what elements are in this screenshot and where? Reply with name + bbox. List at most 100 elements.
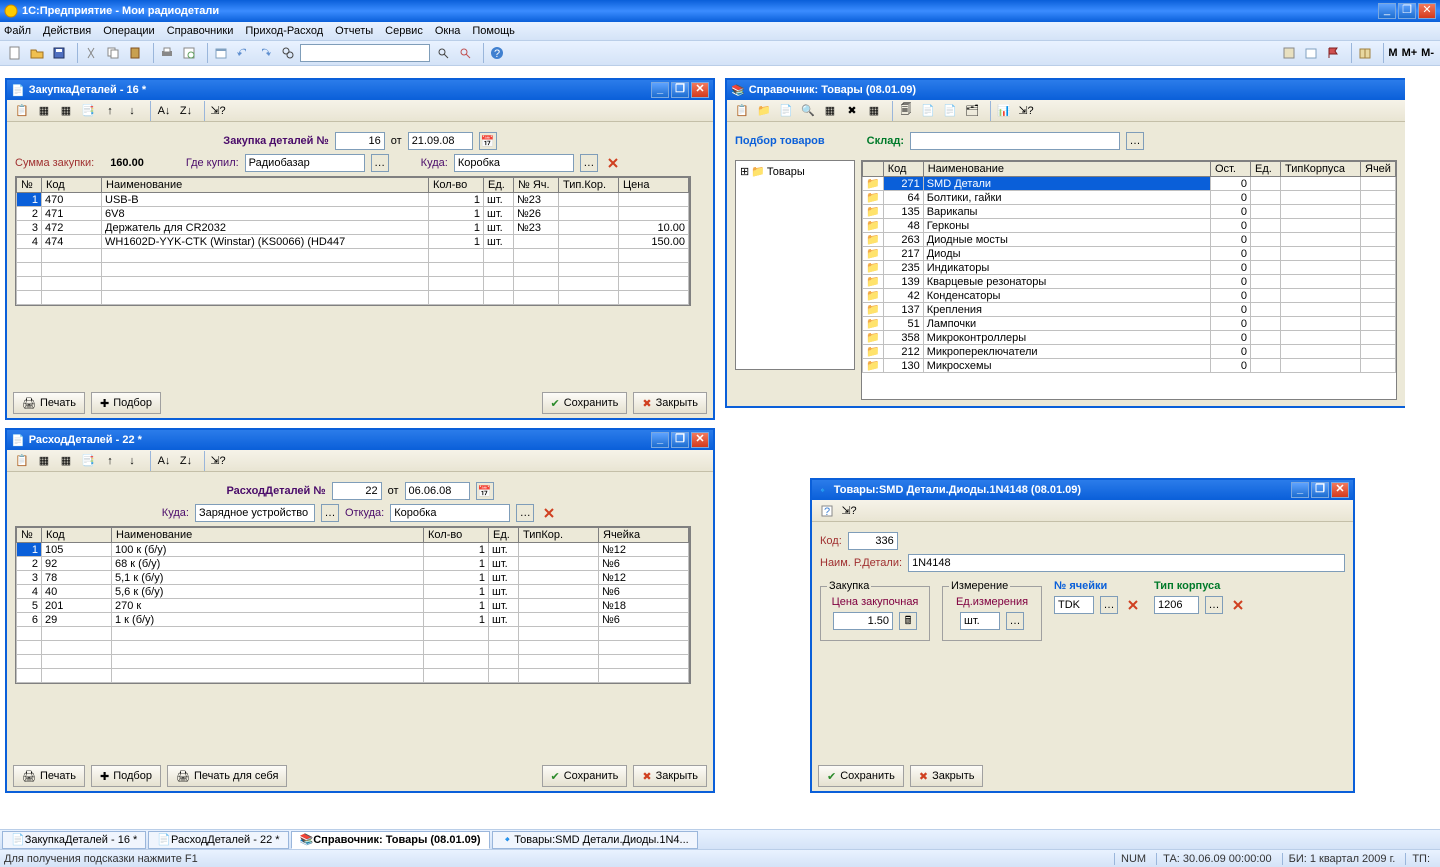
cut-icon[interactable] (81, 43, 101, 63)
tb-grid2-icon[interactable]: ▦ (56, 101, 76, 121)
copy-icon[interactable] (103, 43, 123, 63)
item-name-input[interactable] (908, 554, 1345, 572)
purchase-to-input[interactable] (454, 154, 574, 172)
restore-btn[interactable]: ❐ (1398, 3, 1416, 19)
table-row[interactable]: 📁48Герконы0 (863, 219, 1396, 233)
etb-refresh-icon[interactable]: 📋 (12, 451, 32, 471)
table-row[interactable]: 5201270 к1шт.№18 (17, 599, 689, 613)
rtb-9[interactable]: 📄 (918, 101, 938, 121)
m-btn[interactable]: M (1387, 43, 1398, 63)
m-minus-btn[interactable]: M- (1420, 43, 1435, 63)
table-row[interactable] (17, 277, 689, 291)
cell-picker-icon[interactable]: … (1100, 596, 1118, 614)
table-row[interactable]: 24716V81шт.№26 (17, 207, 689, 221)
to-picker-icon[interactable]: … (580, 154, 598, 172)
find-next-icon[interactable] (433, 43, 453, 63)
rtb-11[interactable]: 🗂 (962, 101, 982, 121)
table-row[interactable]: 📁217Диоды0 (863, 247, 1396, 261)
ref-stock-input[interactable] (910, 132, 1120, 150)
paste-icon[interactable] (125, 43, 145, 63)
expense-print-btn[interactable]: 🖨 Печать (13, 765, 85, 787)
ref-tree[interactable]: ⊞📁Товары (735, 160, 855, 370)
table-row[interactable] (17, 263, 689, 277)
rtb-folder-icon[interactable]: 📁 (754, 101, 774, 121)
body-clear-icon[interactable] (1229, 596, 1247, 614)
etb-copy-icon[interactable]: 📑 (78, 451, 98, 471)
rtb-4[interactable]: 🔍 (798, 101, 818, 121)
table-row[interactable]: 29268 к (б/у)1шт.№6 (17, 557, 689, 571)
expense-from-picker-icon[interactable]: … (516, 504, 534, 522)
menu-service[interactable]: Сервис (385, 25, 423, 37)
table-row[interactable] (17, 249, 689, 263)
help-icon[interactable]: ? (487, 43, 507, 63)
table-row[interactable]: 1470USB-B1шт.№23 (17, 193, 689, 207)
expense-grid[interactable]: № Код Наименование Кол-во Ед. ТипКор. Яч… (16, 527, 689, 683)
table-row[interactable]: 📁358Микроконтроллеры0 (863, 331, 1396, 345)
to-clear-icon[interactable] (604, 154, 622, 172)
wintab-reference[interactable]: 📚 Справочник: Товары (08.01.09) (291, 831, 490, 849)
rtb-8[interactable]: 🗐 (896, 101, 916, 121)
rtb-6[interactable]: ✖ (842, 101, 862, 121)
purchase-save-btn[interactable]: ✔ Сохранить (542, 392, 628, 414)
table-row[interactable]: 3785,1 к (б/у)1шт.№12 (17, 571, 689, 585)
print-icon[interactable] (157, 43, 177, 63)
expense-min-btn[interactable]: _ (651, 432, 669, 448)
expense-max-btn[interactable]: ❐ (671, 432, 689, 448)
expand-icon[interactable]: ⊞ (740, 165, 749, 178)
tb-up-icon[interactable]: ↑ (100, 101, 120, 121)
table-row[interactable]: 📁137Крепления0 (863, 303, 1396, 317)
purchase-date-input[interactable] (408, 132, 473, 150)
purchase-print-btn[interactable]: 🖨 Печать (13, 392, 85, 414)
purchase-grid[interactable]: № Код Наименование Кол-во Ед. № Яч. Тип.… (16, 177, 689, 305)
etb-sort1-icon[interactable]: A↓ (154, 451, 174, 471)
item-min-btn[interactable]: _ (1291, 482, 1309, 498)
expense-from-input[interactable] (390, 504, 510, 522)
table-row[interactable]: 📁130Микросхемы0 (863, 359, 1396, 373)
ref-stock-picker-icon[interactable]: … (1126, 132, 1144, 150)
m-plus-btn[interactable]: M+ (1401, 43, 1419, 63)
measure-picker-icon[interactable]: … (1006, 612, 1024, 630)
expense-num-input[interactable] (332, 482, 382, 500)
etb-grid2-icon[interactable]: ▦ (56, 451, 76, 471)
flag-icon[interactable] (1323, 43, 1343, 63)
undo-icon[interactable] (233, 43, 253, 63)
table-row[interactable] (17, 627, 689, 641)
expense-scrollbar[interactable] (690, 526, 705, 684)
expense-close-btn[interactable]: ✕ (691, 432, 709, 448)
expense-close-btn-bottom[interactable]: ✖ Закрыть (633, 765, 707, 787)
tb-down-icon[interactable]: ↓ (122, 101, 142, 121)
table-row[interactable]: 4474WH1602D-YYK-CTK (Winstar) (KS0066) (… (17, 235, 689, 249)
rtb-5[interactable]: ▦ (820, 101, 840, 121)
expense-print2-btn[interactable]: 🖨 Печать для себя (167, 765, 287, 787)
table-row[interactable]: 3472Держатель для CR20321шт.№2310.00 (17, 221, 689, 235)
purchase-scrollbar[interactable] (690, 176, 705, 306)
expense-from-clear-icon[interactable] (540, 504, 558, 522)
menu-help[interactable]: Помощь (472, 25, 515, 37)
rtb-help-icon[interactable]: ⇲? (1016, 101, 1036, 121)
purchase-close-btn[interactable]: ✕ (691, 82, 709, 98)
expense-pick-btn[interactable]: ✚ Подбор (91, 765, 161, 787)
expense-to-picker-icon[interactable]: … (321, 504, 339, 522)
menu-operations[interactable]: Операции (103, 25, 154, 37)
table-row[interactable]: 📁235Индикаторы0 (863, 261, 1396, 275)
find-prev-icon[interactable] (455, 43, 475, 63)
redo-icon[interactable] (255, 43, 275, 63)
cell-clear-icon[interactable] (1124, 596, 1142, 614)
wintab-expense[interactable]: 📄 РасходДеталей - 22 * (148, 831, 288, 849)
table-row[interactable]: 4405,6 к (б/у)1шт.№6 (17, 585, 689, 599)
table-row[interactable]: 📁139Кварцевые резонаторы0 (863, 275, 1396, 289)
tb-copy-icon[interactable]: 📑 (78, 101, 98, 121)
menu-reports[interactable]: Отчеты (335, 25, 373, 37)
etb-help-icon[interactable]: ⇲? (208, 451, 228, 471)
table-row[interactable] (17, 291, 689, 305)
book-icon[interactable] (1355, 43, 1375, 63)
rtb-3[interactable]: 📄 (776, 101, 796, 121)
table-row[interactable]: 📁263Диодные мосты0 (863, 233, 1396, 247)
tb-refresh-icon[interactable]: 📋 (12, 101, 32, 121)
calendar-picker-icon[interactable]: 📅 (479, 132, 497, 150)
purchase-where-input[interactable] (245, 154, 365, 172)
purchase-close-btn-bottom[interactable]: ✖ Закрыть (633, 392, 707, 414)
table-row[interactable]: 📁271SMD Детали0 (863, 177, 1396, 191)
etb-grid1-icon[interactable]: ▦ (34, 451, 54, 471)
item-max-btn[interactable]: ❐ (1311, 482, 1329, 498)
